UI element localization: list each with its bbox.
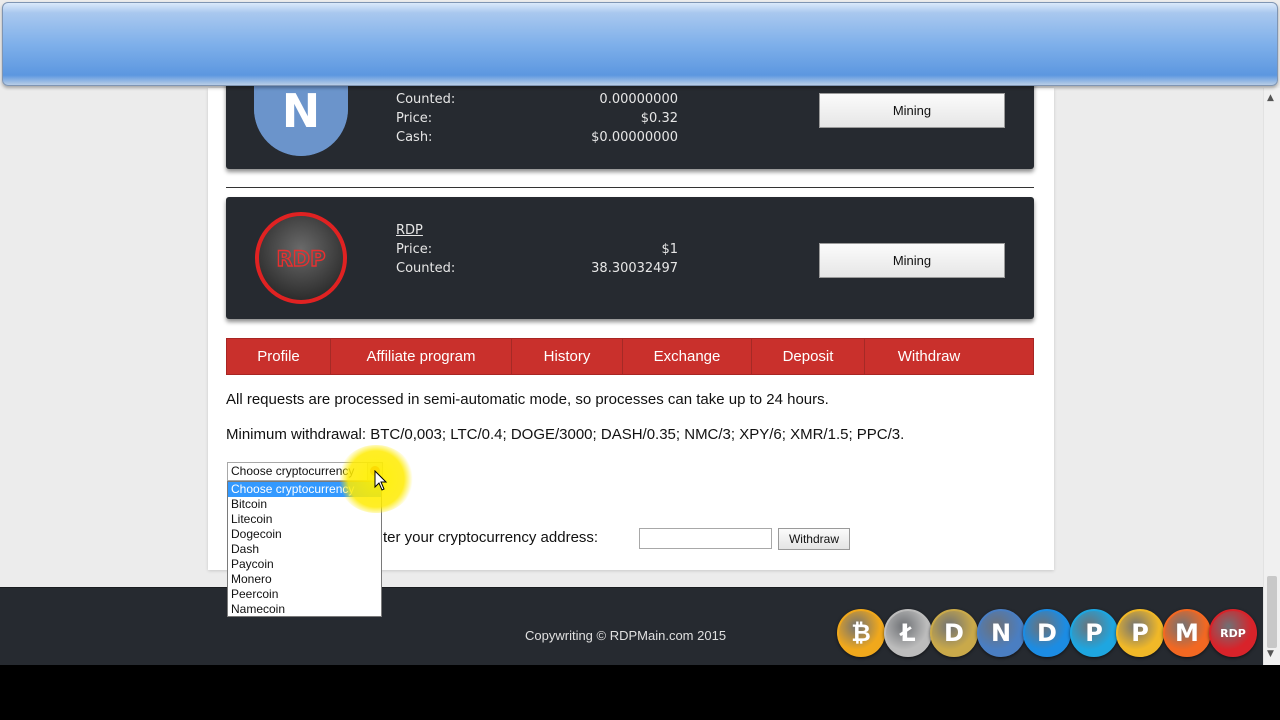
vertical-scrollbar[interactable]: ▲ ▼ <box>1263 88 1280 665</box>
rdp-icon: RDP <box>1209 609 1257 657</box>
monero-icon: M <box>1163 609 1211 657</box>
dogecoin-icon: D <box>930 609 978 657</box>
copyright-text: Copywriting © RDPMain.com 2015 <box>525 628 727 643</box>
scroll-down-icon[interactable]: ▼ <box>1267 649 1274 659</box>
svg-text:RDP: RDP <box>277 247 326 271</box>
dropdown-option-monero[interactable]: Monero <box>228 572 381 587</box>
nav-exchange[interactable]: Exchange <box>623 339 752 374</box>
nav-history[interactable]: History <box>512 339 623 374</box>
nav-deposit[interactable]: Deposit <box>752 339 865 374</box>
stat-value-price-rdp: $1 <box>661 242 678 257</box>
dash-icon: D <box>1023 609 1071 657</box>
cryptocurrency-address-input[interactable] <box>639 528 772 549</box>
stat-value-counted-rdp: 38.30032497 <box>591 261 678 276</box>
dropdown-option-dash[interactable]: Dash <box>228 542 381 557</box>
rdp-logo-icon: RDP <box>254 211 348 305</box>
stat-label-counted: Counted: <box>396 92 456 107</box>
stat-label-price-rdp: Price: <box>396 242 433 257</box>
scrollbar-thumb[interactable] <box>1267 576 1277 648</box>
stat-value-price: $0.32 <box>640 111 678 126</box>
nav-withdraw[interactable]: Withdraw <box>865 339 993 374</box>
coin-name-rdp-link[interactable]: RDP <box>396 223 423 238</box>
browser-page: N Counted: 0.00000000 Price: $0.32 Cash:… <box>0 0 1280 665</box>
paycoin-icon: P <box>1070 609 1118 657</box>
litecoin-icon: Ł <box>884 609 932 657</box>
mouse-cursor-icon <box>374 470 388 491</box>
dropdown-option-litecoin[interactable]: Litecoin <box>228 512 381 527</box>
account-nav: Profile Affiliate program History Exchan… <box>226 338 1034 375</box>
withdraw-button[interactable]: Withdraw <box>778 528 850 550</box>
dropdown-option-peercoin[interactable]: Peercoin <box>228 587 381 602</box>
stat-value-counted: 0.00000000 <box>599 92 678 107</box>
nav-profile[interactable]: Profile <box>227 339 331 374</box>
dropdown-option-namecoin[interactable]: Namecoin <box>228 602 381 617</box>
mining-button-rdp[interactable]: Mining <box>819 243 1005 278</box>
bitcoin-icon: ₿ <box>837 609 885 657</box>
svg-text:N: N <box>282 84 321 138</box>
mining-button-namecoin[interactable]: Mining <box>819 93 1005 128</box>
processing-info-text: All requests are processed in semi-autom… <box>226 391 829 408</box>
scroll-up-icon[interactable]: ▲ <box>1267 93 1274 103</box>
stat-label-price: Price: <box>396 111 433 126</box>
nav-affiliate-program[interactable]: Affiliate program <box>331 339 512 374</box>
address-label: ter your cryptocurrency address: <box>383 529 599 546</box>
peercoin-icon: P <box>1116 609 1164 657</box>
card-divider <box>226 187 1034 188</box>
header-banner <box>2 2 1278 86</box>
stat-value-cash: $0.00000000 <box>591 130 678 145</box>
dropdown-option-paycoin[interactable]: Paycoin <box>228 557 381 572</box>
stat-label-counted-rdp: Counted: <box>396 261 456 276</box>
dropdown-option-dogecoin[interactable]: Dogecoin <box>228 527 381 542</box>
namecoin-icon: N <box>977 609 1025 657</box>
select-current-value: Choose cryptocurrency <box>231 464 355 478</box>
minimum-withdrawal-text: Minimum withdrawal: BTC/0,003; LTC/0.4; … <box>226 426 905 443</box>
stat-label-cash: Cash: <box>396 130 433 145</box>
